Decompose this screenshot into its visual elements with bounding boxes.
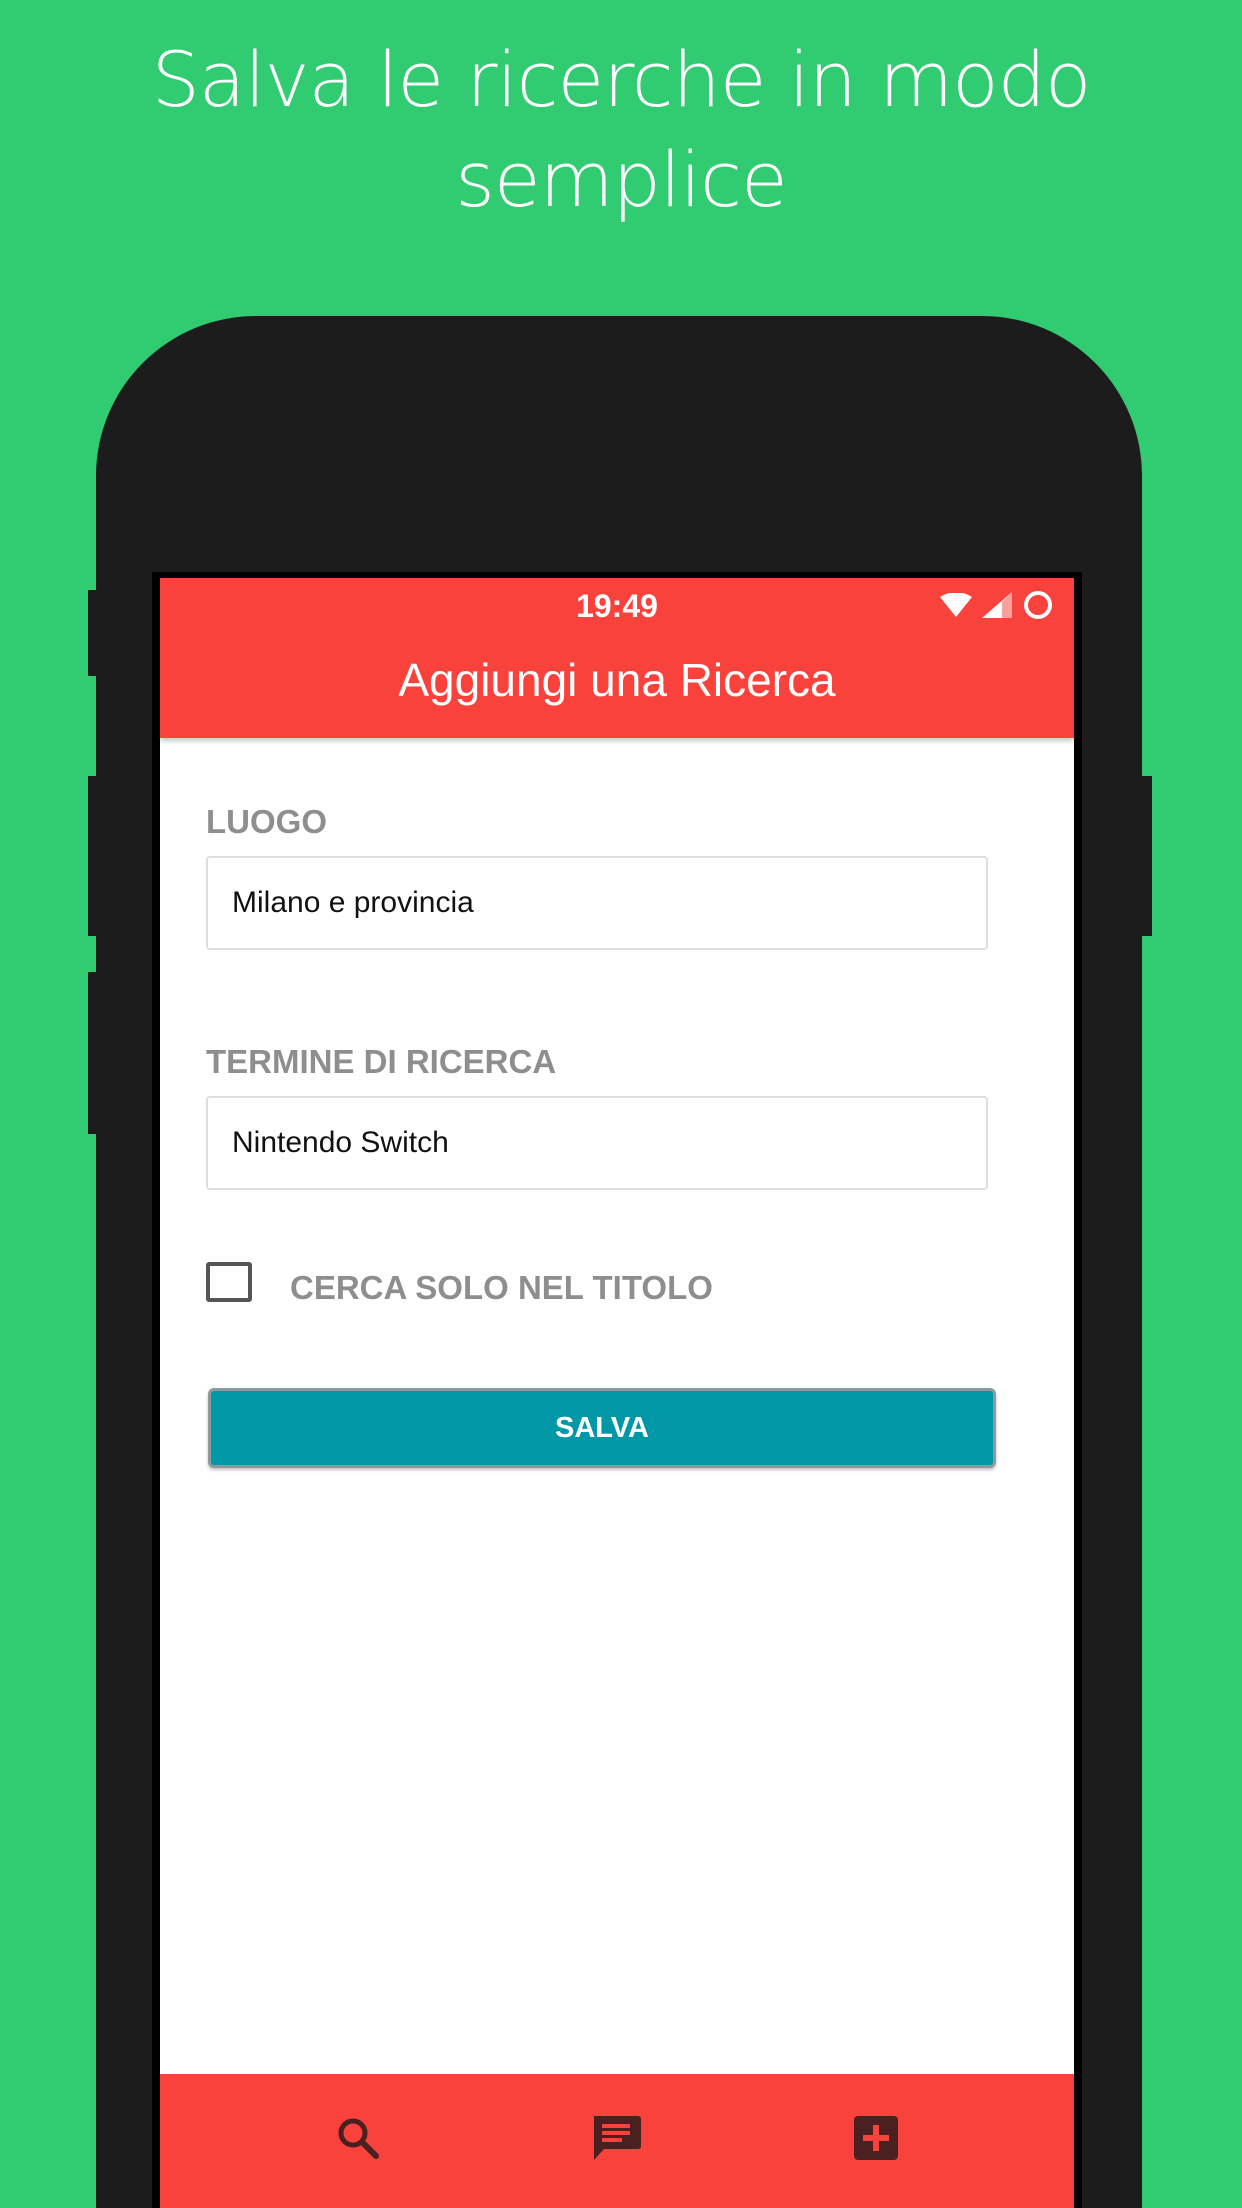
location-input[interactable] xyxy=(208,858,986,948)
status-icons xyxy=(940,588,1054,622)
title-only-label[interactable]: CERCA SOLO NEL TITOLO xyxy=(290,1268,713,1308)
location-label: LUOGO xyxy=(206,803,327,840)
phone-side-button xyxy=(1142,776,1152,936)
promo-page: Salva le ricerche in modo semplice 19:49 xyxy=(0,0,1242,2208)
bottom-nav xyxy=(160,2074,1074,2208)
nav-messages[interactable] xyxy=(588,2110,644,2166)
phone-side-button xyxy=(88,776,98,936)
battery-ring-icon xyxy=(1024,591,1052,619)
location-field-box xyxy=(206,856,988,950)
message-icon xyxy=(594,2116,641,2160)
search-icon xyxy=(338,2118,379,2159)
search-term-label: TERMINE DI RICERCA xyxy=(206,1043,557,1080)
add-box-icon xyxy=(854,2116,898,2160)
search-term-input[interactable] xyxy=(208,1098,986,1188)
status-time: 19:49 xyxy=(576,588,658,624)
wifi-icon xyxy=(940,593,972,617)
app-screen: 19:49 Aggiungi una Ricerca LUOGO TERMINE xyxy=(160,578,1074,2208)
phone-side-button xyxy=(88,972,98,1134)
title-only-checkbox[interactable] xyxy=(206,1262,252,1302)
save-button[interactable]: SALVA xyxy=(208,1388,996,1468)
nav-search[interactable] xyxy=(330,2110,386,2166)
phone-side-button xyxy=(88,590,98,676)
app-bar: 19:49 Aggiungi una Ricerca xyxy=(160,578,1074,738)
page-title: Aggiungi una Ricerca xyxy=(398,654,836,706)
search-term-field-box xyxy=(206,1096,988,1190)
promo-headline: Salva le ricerche in modo semplice xyxy=(151,35,1092,224)
nav-add[interactable] xyxy=(848,2110,904,2166)
cellular-signal-icon xyxy=(982,592,1012,618)
